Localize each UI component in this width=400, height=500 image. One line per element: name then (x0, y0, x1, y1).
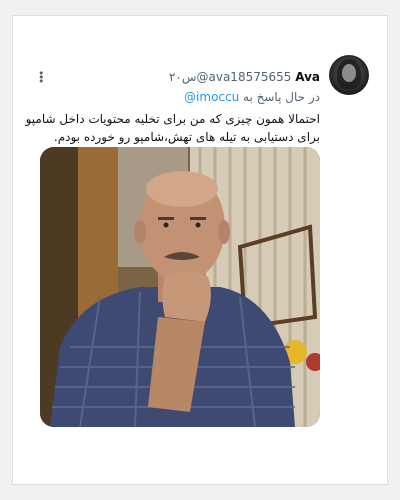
tweet-text-line-1: احتمالا همون چیزی که من برای تخلیه محتوی… (25, 112, 320, 126)
tweet-header: ۲۰س@ava18575655 Ava (169, 70, 320, 85)
reply-context: در حال پاسخ به @imoccu (184, 90, 320, 105)
avatar-face (342, 64, 356, 82)
media-illustration (40, 147, 320, 427)
tweet-text-line-2: برای دستیابی به تیله های تهش،شامپو رو خو… (53, 130, 320, 144)
more-vertical-icon[interactable]: • • • (38, 68, 45, 87)
tweet-time[interactable]: ۲۰س (169, 70, 197, 84)
reply-prefix: در حال پاسخ به (243, 90, 320, 104)
reply-mention-link[interactable]: @imoccu (184, 90, 239, 104)
author-name[interactable]: Ava (295, 70, 320, 84)
tweet-text: احتمالا همون چیزی که من برای تخلیه محتوی… (25, 110, 320, 146)
avatar[interactable] (329, 55, 369, 95)
tweet-media-image[interactable] (40, 147, 320, 427)
author-handle[interactable]: @ava18575655 (197, 70, 292, 84)
